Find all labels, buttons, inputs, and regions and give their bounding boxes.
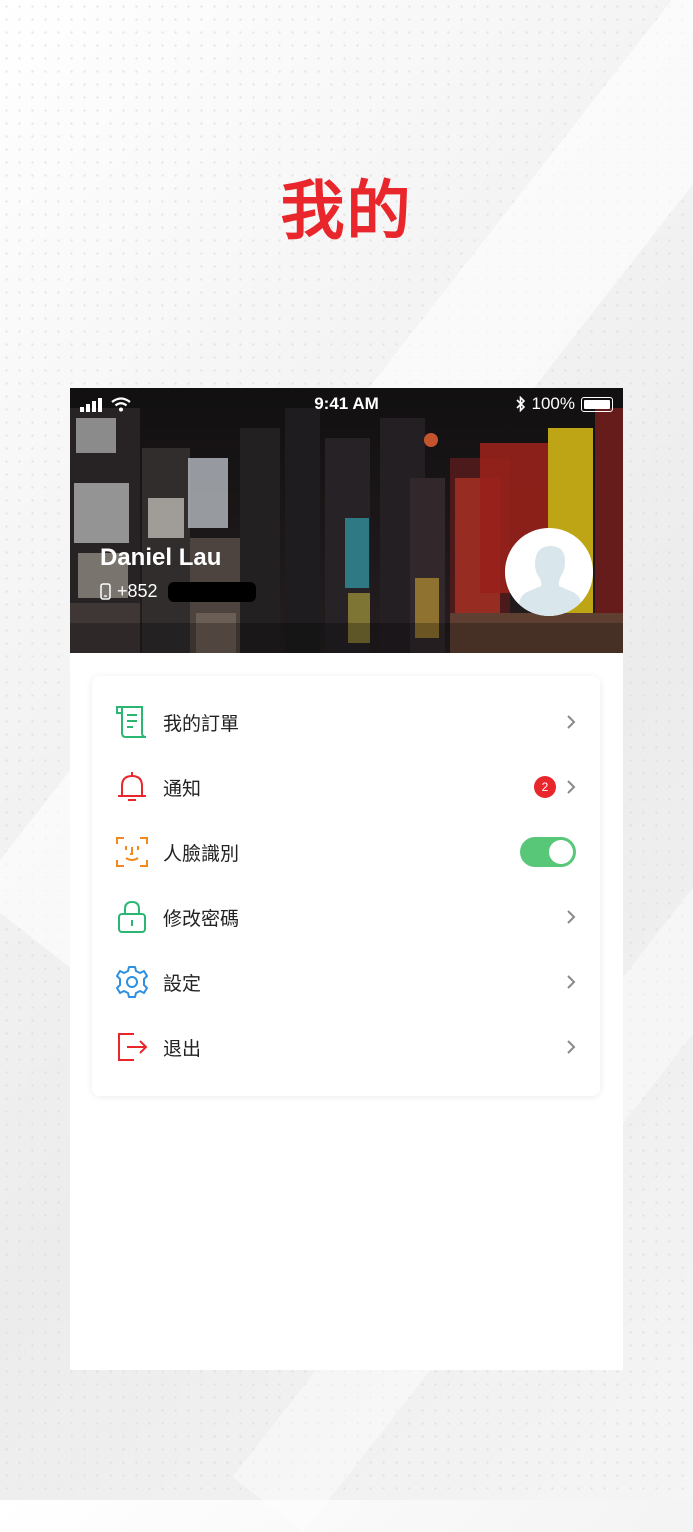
notification-count-badge: 2 [534, 776, 556, 798]
mobile-phone-icon [100, 583, 111, 600]
avatar[interactable] [505, 528, 593, 616]
logout-icon [114, 1029, 150, 1065]
chevron-right-icon [567, 715, 576, 729]
default-avatar-icon [505, 528, 593, 616]
redacted-phone-number [167, 581, 256, 602]
menu-item-change-password[interactable]: 修改密碼 [92, 885, 600, 949]
user-phone: +852 [100, 581, 256, 602]
battery-icon [581, 396, 613, 412]
menu-item-label: 修改密碼 [163, 907, 240, 930]
chevron-right-icon [567, 780, 576, 794]
gear-icon [114, 964, 150, 1000]
face-recognition-toggle[interactable] [520, 837, 576, 867]
menu-item-label: 我的訂單 [163, 712, 240, 735]
menu-item-logout[interactable]: 退出 [92, 1015, 600, 1079]
status-bar: 9:41 AM 100% [70, 388, 623, 420]
phone-prefix: +852 [117, 581, 158, 601]
page-title: 我的 [280, 175, 413, 249]
bell-icon [114, 769, 150, 805]
menu-item-settings[interactable]: 設定 [92, 950, 600, 1014]
lock-icon [114, 899, 150, 935]
chevron-right-icon [567, 1040, 576, 1054]
menu-item-notifications[interactable]: 通知 2 [92, 755, 600, 819]
menu-item-label: 設定 [163, 972, 202, 995]
order-list-icon [114, 704, 150, 740]
menu-item-label: 人臉識別 [163, 842, 240, 865]
menu-card: 我的訂單 通知 2 人臉識別 修改密碼 設定 退出 [92, 676, 600, 1096]
phone-screen: 9:41 AM 100% Daniel Lau +852 我的訂單 通知 2 人… [70, 388, 623, 1370]
toggle-knob [549, 840, 573, 864]
user-name: Daniel Lau [100, 544, 222, 571]
status-right: 100% [515, 394, 613, 414]
chevron-right-icon [567, 975, 576, 989]
face-scan-icon [114, 834, 150, 870]
battery-percent: 100% [531, 394, 575, 413]
profile-header: 9:41 AM 100% Daniel Lau +852 [70, 388, 623, 653]
chevron-right-icon [567, 910, 576, 924]
bluetooth-icon [515, 396, 525, 412]
menu-item-label: 退出 [163, 1037, 202, 1060]
menu-item-face-recognition: 人臉識別 [92, 820, 600, 884]
menu-item-my-orders[interactable]: 我的訂單 [92, 690, 600, 754]
menu-item-label: 通知 [163, 777, 202, 800]
